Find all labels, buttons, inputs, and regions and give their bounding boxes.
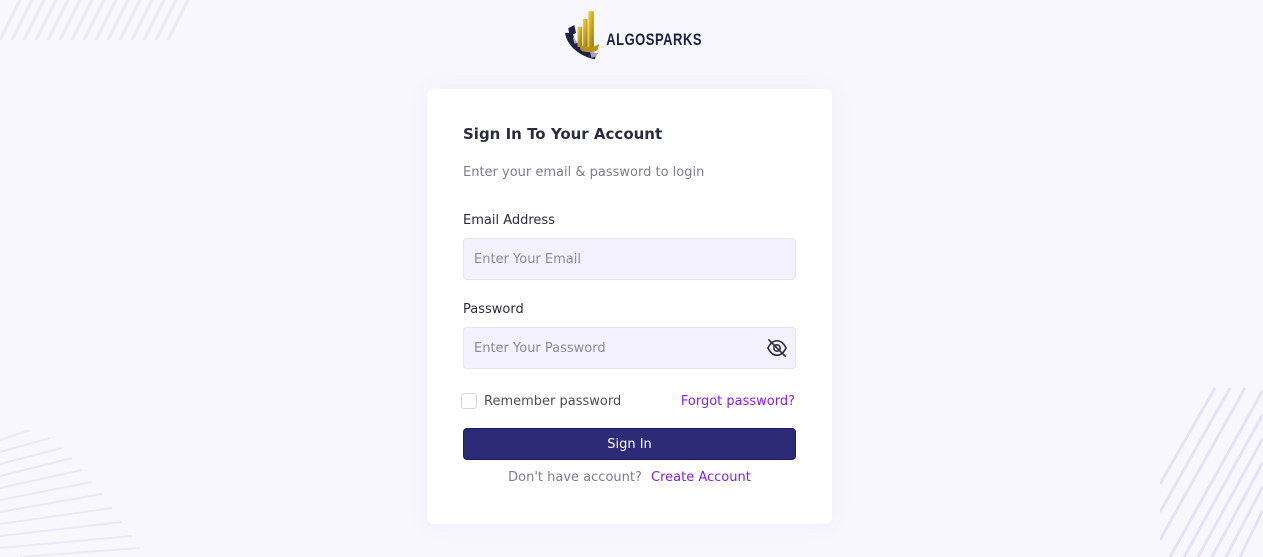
forgot-password-link[interactable]: Forgot password? (681, 394, 795, 409)
brand-logo: ALGOSPARKS (562, 2, 702, 70)
background-stripes-bottom-left (0, 430, 140, 557)
background-stripes-bottom-right (1160, 387, 1263, 557)
remember-password-checkbox[interactable] (461, 393, 477, 409)
email-label: Email Address (463, 213, 555, 228)
page-subtitle: Enter your email & password to login (463, 165, 705, 180)
background-stripes-top-left (0, 0, 190, 40)
sign-in-button[interactable]: Sign In (463, 428, 796, 460)
no-account-text: Don't have account? (508, 470, 642, 485)
login-card: Sign In To Your Account Enter your email… (427, 89, 832, 524)
eye-off-icon[interactable] (766, 338, 788, 358)
page-title: Sign In To Your Account (463, 125, 663, 143)
brand-name: ALGOSPARKS (606, 29, 702, 49)
create-account-prompt: Don't have account? Create Account (427, 470, 832, 485)
remember-password-label: Remember password (484, 393, 622, 409)
create-account-link[interactable]: Create Account (651, 470, 751, 485)
remember-password-toggle[interactable]: Remember password (461, 393, 621, 409)
password-label: Password (463, 302, 524, 317)
email-input[interactable] (463, 238, 796, 280)
password-input[interactable] (463, 327, 796, 369)
